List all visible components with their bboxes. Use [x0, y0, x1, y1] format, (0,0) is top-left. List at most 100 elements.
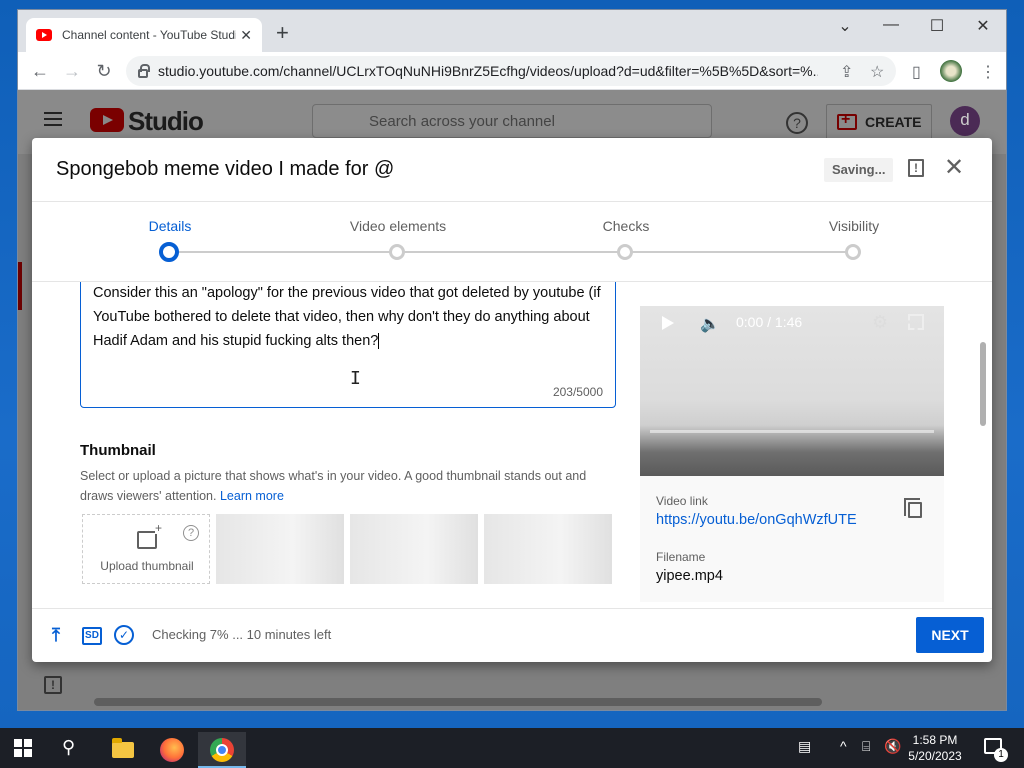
hamburger-menu-icon[interactable] [44, 112, 62, 126]
thumbnail-options: Upload thumbnail ? [82, 514, 612, 584]
show-hidden-icons-chevron-icon[interactable]: ^ [840, 738, 847, 754]
stepper-line [170, 251, 854, 253]
video-player[interactable]: 🔈 0:00 / 1:46 ⚙ [640, 306, 944, 476]
upload-dialog: Spongebob meme video I made for @ Saving… [32, 138, 992, 662]
studio-page: Studio Search across your channel ? CREA… [18, 90, 1006, 710]
volume-muted-icon[interactable]: 🔇 [884, 738, 901, 755]
share-icon[interactable]: ⇪ [840, 62, 853, 82]
step-dot [617, 244, 633, 260]
thumbnail-option-3[interactable] [484, 514, 612, 584]
description-text: Consider this an "apology" for the previ… [93, 285, 601, 349]
upload-thumbnail-button[interactable]: Upload thumbnail ? [82, 514, 210, 584]
chrome-app[interactable] [198, 732, 246, 768]
next-button[interactable]: NEXT [916, 617, 984, 653]
saving-badge: Saving... [824, 158, 894, 182]
add-image-icon [137, 522, 163, 549]
play-icon[interactable] [662, 316, 674, 330]
video-time: 0:00 / 1:46 [736, 314, 803, 330]
settings-gear-icon[interactable]: ⚙ [872, 312, 888, 333]
report-issue-icon[interactable]: ! [908, 159, 924, 177]
checks-status-icon[interactable]: ✓ [114, 625, 134, 645]
step-visibility[interactable]: Visibility [774, 218, 934, 260]
thumbnail-option-1[interactable] [216, 514, 344, 584]
upload-status-text: Checking 7% ... 10 minutes left [152, 627, 332, 642]
close-dialog-icon[interactable]: ✕ [944, 156, 964, 180]
upload-status-icon[interactable]: ⤒ [52, 625, 60, 646]
video-link-label: Video link [656, 494, 708, 508]
channel-avatar[interactable]: d [950, 106, 980, 136]
clock-time: 1:58 PM [912, 733, 958, 747]
back-arrow-icon[interactable]: ← [30, 61, 50, 81]
channel-search-input[interactable]: Search across your channel [312, 104, 712, 138]
filename-label: Filename [656, 550, 706, 564]
horizontal-scrollbar[interactable] [94, 698, 822, 706]
sidebar-active-indicator [18, 262, 22, 310]
step-dot [845, 244, 861, 260]
tab-title: Channel content - YouTube Studio [62, 28, 237, 42]
video-progress-bar[interactable] [650, 430, 934, 433]
description-textarea[interactable]: Consider this an "apology" for the previ… [80, 282, 616, 408]
copy-icon[interactable] [904, 498, 922, 518]
youtube-favicon-icon [36, 29, 52, 41]
fullscreen-icon[interactable] [908, 314, 924, 330]
sd-quality-icon[interactable]: SD [82, 627, 102, 645]
url-bar[interactable]: studio.youtube.com/channel/UCLrxTOqNuNHi… [126, 56, 896, 86]
content-scrollbar[interactable] [980, 342, 986, 426]
step-details[interactable]: Details [90, 218, 250, 262]
youtube-logo-icon[interactable] [90, 108, 124, 132]
step-dot [159, 242, 179, 262]
windows-start-icon[interactable] [14, 739, 32, 757]
windows-taskbar: ⚲ ▤ ^ ⌸ 🔇 1:58 PM 5/20/2023 1 [0, 728, 1024, 768]
browser-window: Channel content - YouTube Studio ✕ + ⌄ —… [18, 10, 1006, 710]
firefox-app[interactable] [148, 732, 196, 768]
file-explorer-app[interactable] [98, 732, 146, 768]
reload-icon[interactable]: ↻ [94, 61, 114, 81]
lock-icon [138, 63, 150, 78]
profile-avatar-icon[interactable] [940, 60, 962, 82]
taskbar-search-icon[interactable]: ⚲ [62, 737, 75, 758]
forward-arrow-icon[interactable]: → [62, 61, 82, 81]
browser-menu-icon[interactable]: ⋮ [980, 62, 996, 82]
tab-search-icon[interactable]: ⌄ [830, 16, 860, 36]
url-text: studio.youtube.com/channel/UCLrxTOqNuNHi… [158, 63, 818, 79]
address-bar-row: ← → ↻ studio.youtube.com/channel/UCLrxTO… [18, 52, 1006, 90]
help-icon[interactable]: ? [786, 112, 808, 134]
details-content: Consider this an "apology" for the previ… [32, 282, 992, 608]
video-link[interactable]: https://youtu.be/onGqhWzfUTE [656, 512, 857, 528]
thumbnail-help-text: Select or upload a picture that shows wh… [80, 469, 587, 503]
video-preview-card: 🔈 0:00 / 1:46 ⚙ Video link https://youtu… [640, 306, 944, 602]
keyboard-icon[interactable]: ▤ [798, 738, 811, 755]
step-label: Details [148, 218, 192, 234]
tab-close-icon[interactable]: ✕ [240, 27, 252, 44]
create-video-icon [837, 111, 857, 130]
upload-stepper: Details Video elements Checks Visibility [32, 202, 992, 282]
chrome-icon [210, 738, 234, 762]
folder-icon [112, 738, 134, 758]
volume-icon[interactable]: 🔈 [700, 314, 720, 334]
new-tab-button[interactable]: + [276, 22, 289, 44]
create-button[interactable]: CREATE [826, 104, 932, 140]
system-clock[interactable]: 1:58 PM 5/20/2023 [900, 732, 970, 764]
create-label: CREATE [865, 114, 922, 130]
thumbnail-option-2[interactable] [350, 514, 478, 584]
learn-more-link[interactable]: Learn more [220, 489, 284, 503]
side-panel-icon[interactable]: ▯ [912, 62, 921, 82]
bookmark-star-icon[interactable]: ☆ [870, 62, 884, 82]
step-video-elements[interactable]: Video elements [318, 218, 478, 260]
network-icon[interactable]: ⌸ [862, 738, 870, 755]
studio-logo-text: Studio [128, 106, 204, 136]
browser-tab[interactable]: Channel content - YouTube Studio ✕ [26, 18, 262, 52]
feedback-icon[interactable]: ! [44, 676, 62, 694]
step-dot [389, 244, 405, 260]
thumbnail-heading: Thumbnail [80, 442, 156, 459]
filename-value: yipee.mp4 [656, 568, 723, 584]
clock-date: 5/20/2023 [908, 749, 962, 763]
step-checks[interactable]: Checks [546, 218, 706, 260]
ibeam-cursor-icon: I [350, 368, 361, 389]
character-counter: 203/5000 [552, 385, 603, 399]
minimize-button[interactable]: — [876, 16, 906, 34]
question-icon[interactable]: ? [183, 525, 199, 541]
dialog-footer: ⤒ SD ✓ Checking 7% ... 10 minutes left N… [32, 608, 992, 662]
maximize-button[interactable]: ☐ [922, 16, 952, 36]
close-window-button[interactable]: ✕ [968, 16, 998, 36]
